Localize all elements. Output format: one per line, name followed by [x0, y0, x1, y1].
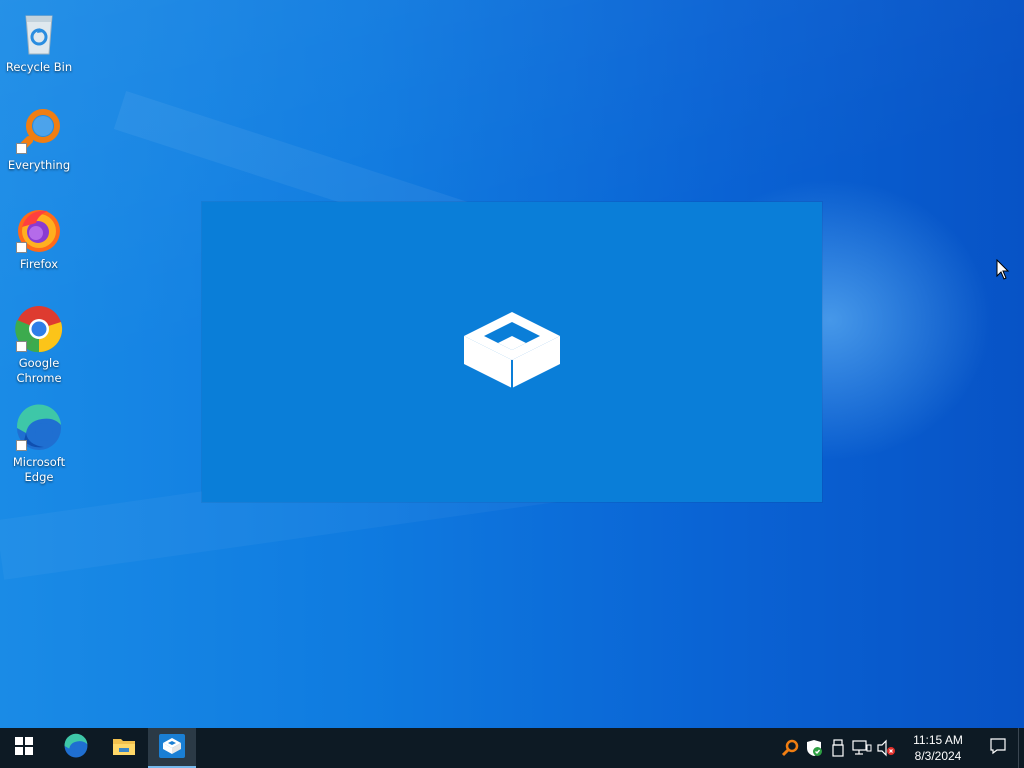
sandbox-box-icon — [159, 734, 185, 762]
shortcut-arrow-icon — [16, 242, 27, 253]
clock-time: 11:15 AM — [913, 733, 963, 747]
taskbar-edge-button[interactable] — [52, 728, 100, 768]
edge-icon — [63, 733, 89, 763]
windows-sandbox-splash-window[interactable] — [202, 202, 822, 502]
firefox-icon — [14, 205, 64, 255]
taskbar: 11:15 AM 8/3/2024 — [0, 728, 1024, 768]
shortcut-arrow-icon — [16, 143, 27, 154]
desktop-icon-everything[interactable]: Everything — [1, 106, 77, 173]
desktop-icon-label: Recycle Bin — [5, 60, 73, 74]
clock-date: 8/3/2024 — [914, 749, 962, 763]
desktop-icon-microsoft-edge[interactable]: Microsoft Edge — [1, 403, 77, 485]
desktop-icon-label: Google Chrome — [16, 356, 62, 385]
volume-muted-icon[interactable] — [874, 728, 898, 768]
chrome-icon — [14, 304, 64, 354]
notification-icon — [989, 737, 1007, 759]
edge-icon — [14, 403, 64, 453]
sandbox-box-icon — [464, 312, 560, 388]
windows-logo-icon — [15, 737, 33, 759]
desktop-icon-recycle-bin[interactable]: Recycle Bin — [1, 8, 77, 75]
shortcut-arrow-icon — [16, 440, 27, 451]
taskbar-file-explorer-button[interactable] — [100, 728, 148, 768]
everything-search-icon[interactable] — [778, 728, 802, 768]
system-tray: 11:15 AM 8/3/2024 — [778, 728, 1024, 768]
show-desktop-button[interactable] — [1018, 728, 1024, 768]
desktop-icon-label: Everything — [7, 158, 71, 172]
mouse-cursor-icon — [996, 258, 1010, 285]
everything-search-icon — [14, 106, 64, 156]
recycle-bin-icon — [14, 8, 64, 58]
network-icon[interactable] — [850, 728, 874, 768]
folder-icon — [112, 736, 136, 760]
taskbar-clock[interactable]: 11:15 AM 8/3/2024 — [898, 732, 978, 764]
shortcut-arrow-icon — [16, 341, 27, 352]
desktop[interactable]: Recycle Bin Everything Firefox Google Ch… — [0, 0, 1024, 728]
desktop-icon-firefox[interactable]: Firefox — [1, 205, 77, 272]
action-center-button[interactable] — [978, 728, 1018, 768]
usb-device-icon[interactable] — [826, 728, 850, 768]
desktop-icon-label: Firefox — [19, 257, 59, 271]
start-button[interactable] — [0, 728, 48, 768]
windows-security-icon[interactable] — [802, 728, 826, 768]
desktop-icon-label: Microsoft Edge — [12, 455, 66, 484]
taskbar-windows-sandbox-button[interactable] — [148, 728, 196, 768]
desktop-icon-google-chrome[interactable]: Google Chrome — [1, 304, 77, 386]
